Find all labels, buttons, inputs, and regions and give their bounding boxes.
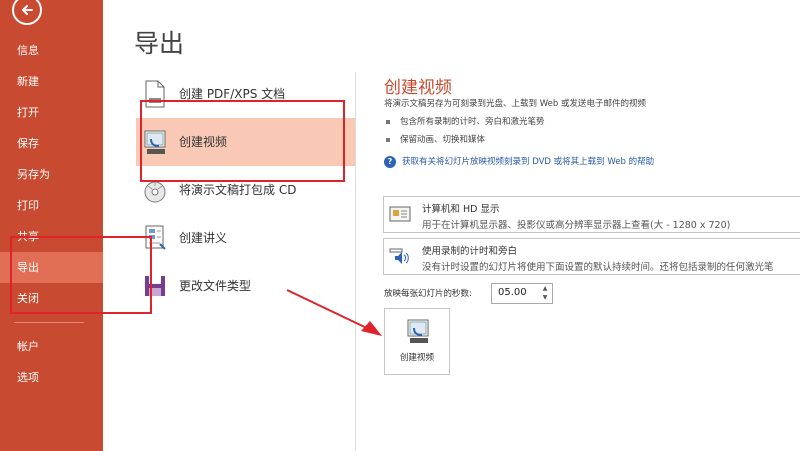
bullet-item: 包含所有录制的计时、旁白和激光笔势: [386, 115, 545, 127]
annotation-box-export-nav: [10, 236, 152, 314]
annotation-arrow: [286, 289, 382, 336]
panel-divider: [355, 72, 356, 451]
detail-title: 创建视频: [384, 78, 452, 98]
seconds-per-slide-spinner[interactable]: 05.00 ▲ ▼: [491, 283, 553, 304]
annotation-box-create-video: [140, 100, 345, 182]
video-quality-dropdown[interactable]: 计算机和 HD 显示 用于在计算机显示器、投影仪或高分辨率显示器上查看(大 - …: [383, 196, 800, 233]
nav-save-as[interactable]: 另存为: [0, 159, 103, 190]
option-label: 创建讲义: [179, 231, 228, 245]
nav-print[interactable]: 打印: [0, 190, 103, 221]
nav-new[interactable]: 新建: [0, 66, 103, 97]
option-create-handouts[interactable]: 创建讲义: [136, 214, 355, 262]
help-question-icon: ?: [384, 155, 396, 168]
nav-account[interactable]: 帐户: [0, 331, 103, 362]
nav-open[interactable]: 打开: [0, 97, 103, 128]
seconds-per-slide-label: 放映每张幻灯片的秒数:: [384, 289, 472, 299]
nav-options[interactable]: 选项: [0, 362, 103, 393]
nav-save[interactable]: 保存: [0, 128, 103, 159]
video-icon: [407, 319, 429, 343]
spin-up-icon[interactable]: ▲: [541, 285, 549, 293]
bullet-item: 保留动画、切换和媒体: [386, 133, 485, 145]
timing-title: 使用录制的计时和旁白: [422, 246, 518, 257]
detail-description: 将演示文稿另存为可刻录到光盘、上载到 Web 或发送电子邮件的视频: [384, 99, 646, 109]
bullet-icon: [386, 119, 390, 124]
quality-title: 计算机和 HD 显示: [422, 204, 500, 215]
create-video-button[interactable]: 创建视频: [384, 308, 450, 375]
quality-subtitle: 用于在计算机显示器、投影仪或高分辨率显示器上查看(大 - 1280 x 720): [422, 220, 731, 231]
back-arrow-icon[interactable]: [12, 0, 42, 25]
seconds-value[interactable]: 05.00: [498, 287, 527, 298]
bullet-icon: [386, 137, 390, 142]
monitor-icon: [389, 206, 411, 222]
nav-info[interactable]: 信息: [0, 35, 103, 66]
timing-subtitle: 没有计时设置的幻灯片将使用下面设置的默认持续时间。还将包括录制的任何激光笔: [422, 262, 774, 273]
help-link[interactable]: ? 获取有关将幻灯片放映视频刻录到 DVD 或将其上载到 Web 的帮助: [384, 155, 654, 168]
option-label: 更改文件类型: [179, 279, 252, 293]
page-title: 导出: [134, 29, 185, 58]
spin-down-icon[interactable]: ▼: [541, 294, 549, 302]
nav-divider: [14, 322, 84, 323]
create-video-button-label: 创建视频: [399, 353, 434, 363]
narration-icon: [389, 248, 409, 264]
timing-dropdown[interactable]: 使用录制的计时和旁白 没有计时设置的幻灯片将使用下面设置的默认持续时间。还将包括…: [383, 238, 800, 275]
backstage-sidebar: 信息 新建 打开 保存 另存为 打印 共享 导出 关闭 帐户 选项: [0, 0, 103, 451]
